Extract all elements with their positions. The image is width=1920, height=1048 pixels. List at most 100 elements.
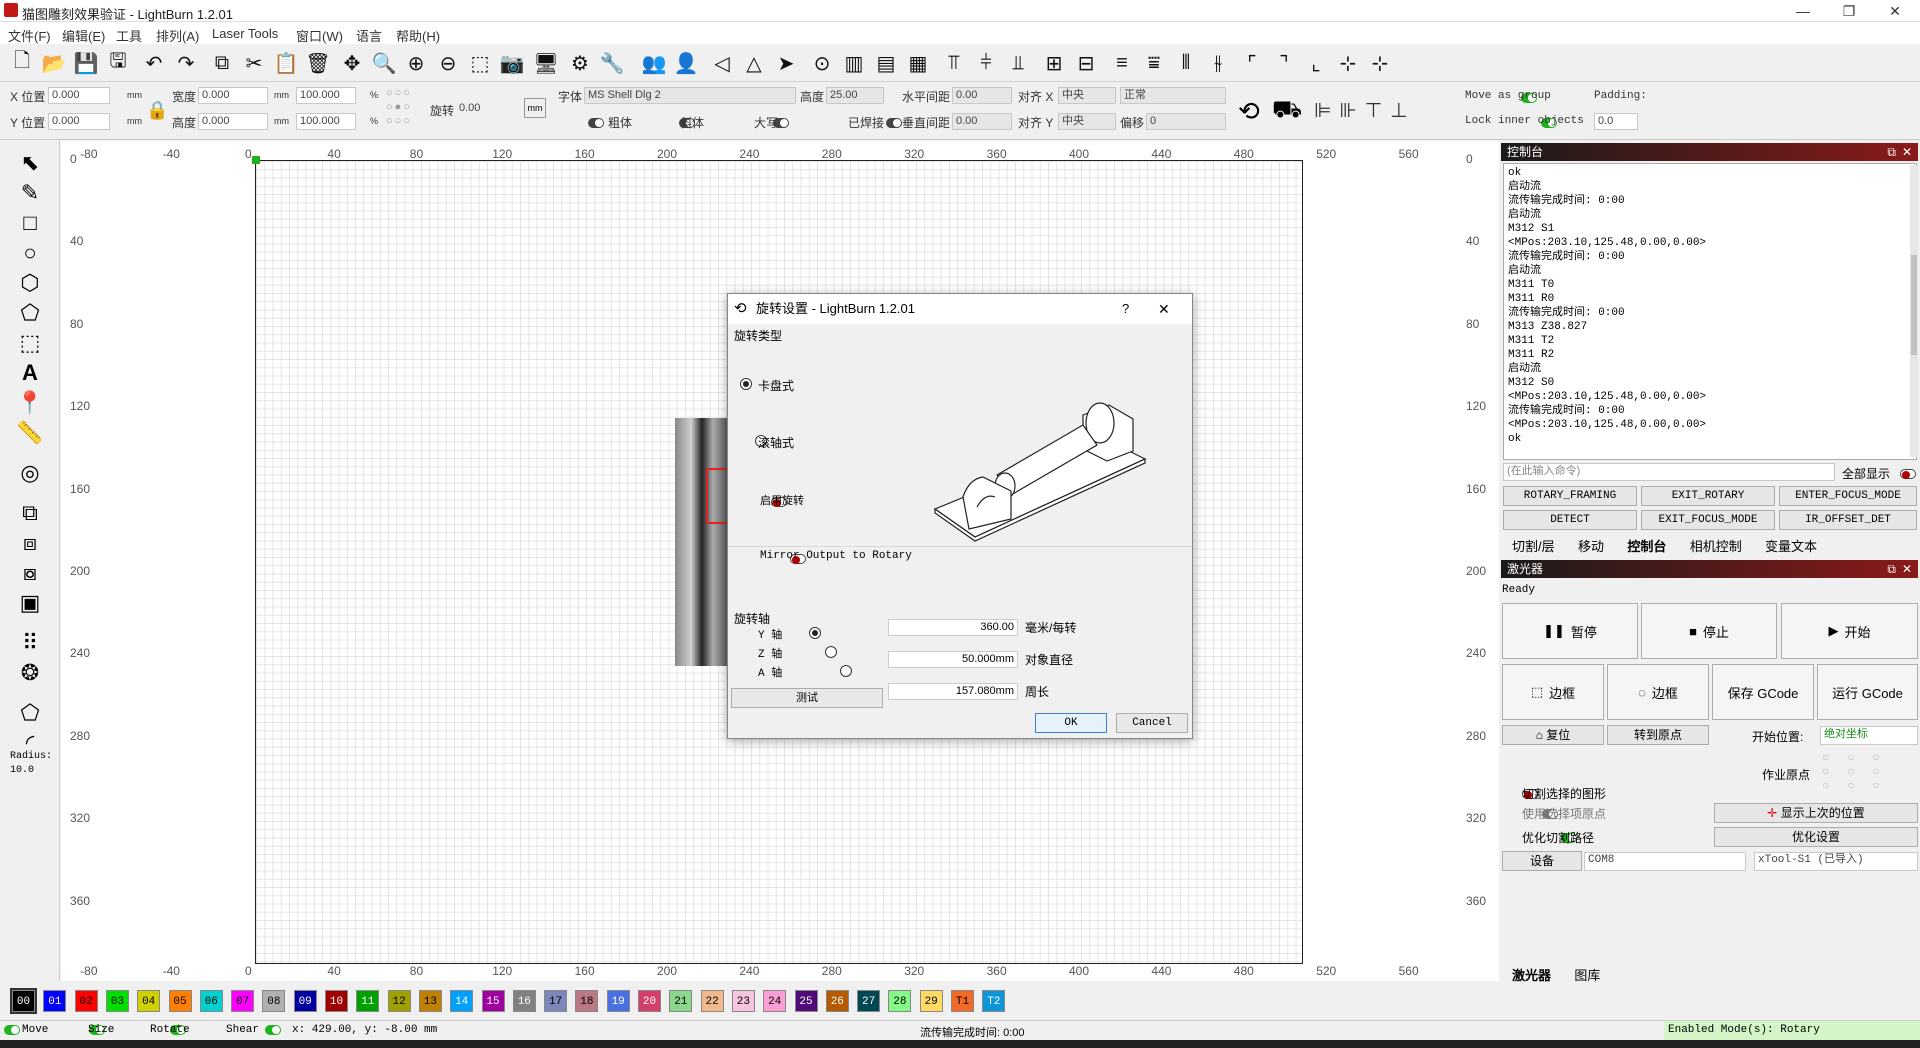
macro-enter-focus[interactable]: ENTER_FOCUS_MODE xyxy=(1779,486,1917,506)
rotate-input[interactable]: 0.00 xyxy=(456,101,512,118)
macro-exit-focus[interactable]: EXIT_FOCUS_MODE xyxy=(1641,510,1775,530)
start-button[interactable]: ▶ 开始 xyxy=(1781,603,1918,659)
align-left-icon[interactable]: ▥ xyxy=(840,49,868,77)
menu-laser-tools[interactable]: Laser Tools xyxy=(212,26,278,41)
help-button[interactable]: ? xyxy=(1122,294,1129,324)
menu-language[interactable]: 语言 xyxy=(356,26,382,45)
corner-tr-icon[interactable]: ⌝ xyxy=(1270,49,1298,77)
show-last-position-button[interactable]: ✛ 显示上次的位置 xyxy=(1714,803,1918,823)
undo-icon[interactable]: ↶ xyxy=(140,49,168,77)
steps-per-rotation-input[interactable]: 360.00 xyxy=(888,619,1018,636)
shear-status-toggle[interactable] xyxy=(265,1025,282,1035)
font-select[interactable]: MS Shell Dlg 2 xyxy=(584,87,796,104)
tools-icon[interactable]: 🔧 xyxy=(598,49,626,77)
zoom-icon[interactable]: 🔍 xyxy=(370,49,398,77)
palette-swatch-11[interactable]: 11 xyxy=(356,990,380,1012)
center-cross-icon[interactable]: ⊹ xyxy=(1334,49,1362,77)
palette-swatch-16[interactable]: 16 xyxy=(512,990,536,1012)
align-top-icon[interactable]: ⫪ xyxy=(940,49,968,77)
anchor-grid-icon[interactable]: ○○○ ○●○ ○○○ xyxy=(386,86,428,134)
palette-swatch-12[interactable]: 12 xyxy=(387,990,411,1012)
panel-close-icon[interactable]: ✕ xyxy=(1902,143,1912,161)
frame-button[interactable]: ⬚ 边框 xyxy=(1502,664,1604,720)
boolean-intersect-icon[interactable]: ⧇ xyxy=(14,559,46,587)
palette-swatch-T2[interactable]: T2 xyxy=(982,990,1006,1012)
distribute-h-icon[interactable]: ⊞ xyxy=(1040,49,1068,77)
macro-detect[interactable]: DETECT xyxy=(1503,510,1637,530)
redo-icon[interactable]: ↷ xyxy=(172,49,200,77)
height-percent-input[interactable]: 100.000 xyxy=(296,113,356,130)
goto-origin-button[interactable]: 转到原点 xyxy=(1607,725,1709,745)
save-icon[interactable]: 💾 xyxy=(72,49,100,77)
run-gcode-button[interactable]: 运行 GCode xyxy=(1817,664,1918,720)
show-all-toggle[interactable] xyxy=(1900,469,1916,479)
palette-swatch-09[interactable]: 09 xyxy=(293,990,317,1012)
console-command-input[interactable]: (在此输入命令) xyxy=(1503,463,1835,481)
rectangle-tool-icon[interactable]: □ xyxy=(14,209,46,237)
macro-ir-offset[interactable]: IR_OFFSET_DET xyxy=(1779,510,1917,530)
y-position-input[interactable]: 0.000 xyxy=(48,113,110,130)
group-icon[interactable]: 👥 xyxy=(640,49,668,77)
close-button[interactable]: ✕ xyxy=(1872,0,1918,22)
user-icon[interactable]: 👤 xyxy=(672,49,700,77)
boolean-subtract-icon[interactable]: ⧈ xyxy=(14,529,46,557)
boolean-union-icon[interactable]: ⧉ xyxy=(14,499,46,527)
pause-button[interactable]: ❚❚ 暂停 xyxy=(1502,603,1638,659)
macro-rotary-framing[interactable]: ROTARY_FRAMING xyxy=(1503,486,1637,506)
height-input[interactable]: 0.000 xyxy=(198,113,268,130)
align-bottom-icon[interactable]: ⫫ xyxy=(1004,49,1032,77)
tab-variable-text[interactable]: 变量文本 xyxy=(1765,539,1817,554)
save-gcode-button[interactable]: 保存 GCode xyxy=(1712,664,1814,720)
align-right-icon[interactable]: ▦ xyxy=(904,49,932,77)
palette-swatch-17[interactable]: 17 xyxy=(544,990,568,1012)
send-icon[interactable]: ➤ xyxy=(772,49,800,77)
palette-swatch-13[interactable]: 13 xyxy=(418,990,442,1012)
palette-swatch-19[interactable]: 19 xyxy=(606,990,630,1012)
edit-nodes-icon[interactable]: ⬠ xyxy=(14,699,46,727)
paste-icon[interactable]: 📋 xyxy=(272,49,300,77)
open-file-icon[interactable]: 📂 xyxy=(40,49,68,77)
ellipse-tool-icon[interactable]: ○ xyxy=(14,239,46,267)
axis-a-radio[interactable] xyxy=(840,665,853,677)
tab-console[interactable]: 控制台 xyxy=(1627,539,1666,554)
welded-toggle[interactable] xyxy=(886,118,903,128)
float-icon[interactable]: ⧉ xyxy=(1887,143,1896,161)
menu-arrange[interactable]: 排列(A) xyxy=(156,26,199,45)
target-icon[interactable]: ⊙ xyxy=(808,49,836,77)
palette-swatch-21[interactable]: 21 xyxy=(669,990,693,1012)
menu-help[interactable]: 帮助(H) xyxy=(396,26,440,45)
tab-cuts-layers[interactable]: 切割/层 xyxy=(1512,539,1555,554)
optimize-settings-button[interactable]: 优化设置 xyxy=(1714,827,1918,847)
macro-exit-rotary[interactable]: EXIT_ROTARY xyxy=(1641,486,1775,506)
offset-input[interactable]: 0 xyxy=(1146,113,1226,130)
width-input[interactable]: 0.000 xyxy=(198,87,268,104)
x-position-input[interactable]: 0.000 xyxy=(48,87,110,104)
stop-button[interactable]: ■ 停止 xyxy=(1641,603,1777,659)
measure-tool-icon[interactable]: 📏 xyxy=(14,419,46,447)
ok-button[interactable]: OK xyxy=(1035,713,1107,733)
font-height-input[interactable]: 25.00 xyxy=(826,87,884,104)
menu-file[interactable]: 文件(F) xyxy=(8,26,51,45)
rotary-setup-icon[interactable]: ⟲ xyxy=(1238,96,1260,127)
rotary-toggle-icon[interactable]: ⛟ xyxy=(1272,96,1302,126)
laser-float-icon[interactable]: ⧉ xyxy=(1887,560,1896,578)
copy-icon[interactable]: ⧉ xyxy=(208,49,236,77)
lock-icon[interactable]: 🔒 xyxy=(146,100,168,121)
style-select[interactable]: 正常 xyxy=(1120,87,1226,104)
cat-image[interactable] xyxy=(675,418,729,666)
palette-swatch-26[interactable]: 26 xyxy=(825,990,849,1012)
palette-swatch-T1[interactable]: T1 xyxy=(951,990,974,1012)
padding-input[interactable]: 0.0 xyxy=(1594,113,1638,130)
tab-camera[interactable]: 相机控制 xyxy=(1690,539,1742,554)
offset-tool-icon[interactable]: ◎ xyxy=(14,459,46,487)
position-tool-icon[interactable]: 📍 xyxy=(14,389,46,417)
alignx-select[interactable]: 中央 xyxy=(1058,87,1116,104)
menu-edit[interactable]: 编辑(E) xyxy=(62,26,105,45)
pen-tool-icon[interactable]: ✎ xyxy=(14,179,46,207)
palette-swatch-03[interactable]: 03 xyxy=(105,990,129,1012)
boolean-weld-icon[interactable]: ▣ xyxy=(14,589,46,617)
palette-swatch-05[interactable]: 05 xyxy=(168,990,192,1012)
palette-swatch-15[interactable]: 15 xyxy=(481,990,505,1012)
text-tool-icon[interactable]: A xyxy=(14,359,46,387)
radius-value[interactable]: 10.0 xyxy=(10,765,34,776)
